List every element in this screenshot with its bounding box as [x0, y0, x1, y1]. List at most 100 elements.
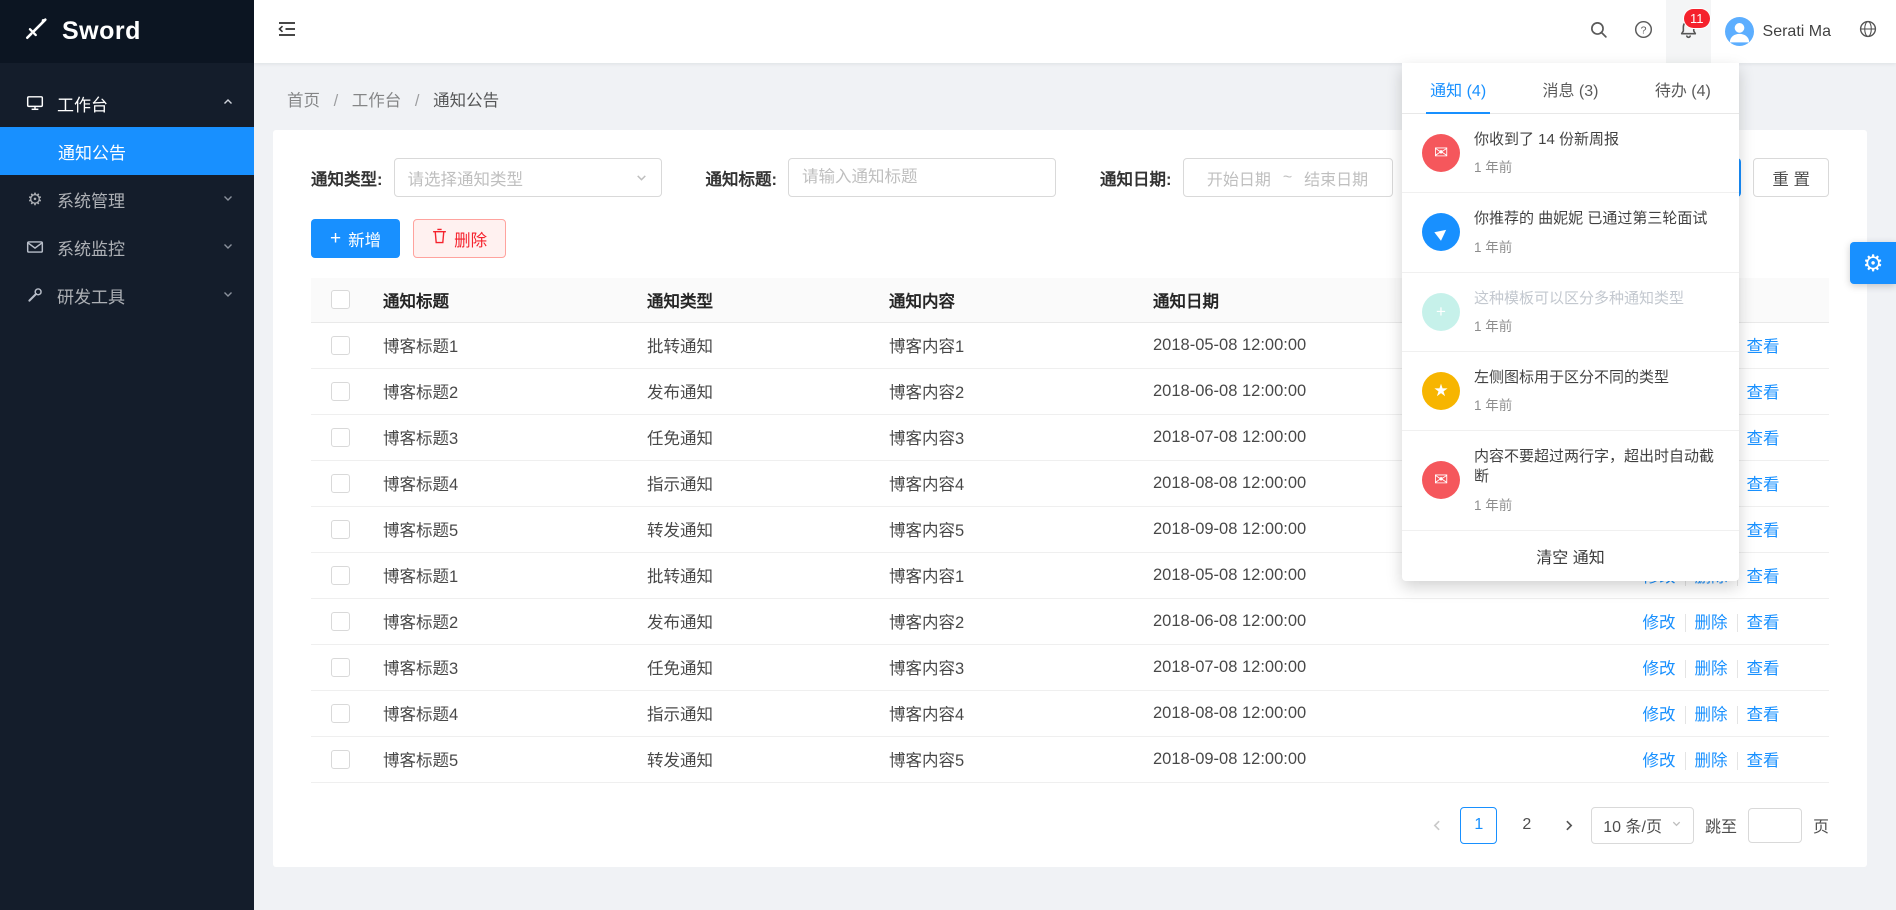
edit-link[interactable]: 修改 [1643, 614, 1676, 632]
prev-page-button[interactable] [1425, 819, 1449, 832]
next-page-button[interactable] [1556, 819, 1580, 832]
date-range-separator: ~ [1283, 169, 1292, 187]
delete-link[interactable]: 删除 [1685, 614, 1728, 632]
cell-type: 转发通知 [634, 506, 876, 552]
collapse-sidebar-button[interactable] [254, 0, 320, 63]
date-range-picker[interactable]: 开始日期 ~ 结束日期 [1183, 158, 1393, 197]
user-menu[interactable]: Serati Ma [1711, 0, 1845, 63]
view-link[interactable]: 查看 [1737, 706, 1780, 724]
notice-type-label: 通知类型: [311, 166, 383, 190]
sidebar-item-system-management[interactable]: ⚙ 系统管理 [0, 175, 254, 223]
row-checkbox[interactable] [331, 428, 350, 447]
plus-icon: + [330, 229, 341, 248]
row-checkbox[interactable] [331, 336, 350, 355]
sidebar: Sword 工作台 通知公告 ⚙ [0, 0, 254, 910]
page-2-button[interactable]: 2 [1508, 807, 1545, 844]
cell-date: 2018-07-08 12:00:00 [1140, 644, 1593, 690]
breadcrumb-item-workbench[interactable]: 工作台 [352, 92, 402, 110]
notification-time: 1 年前 [1474, 156, 1619, 176]
cell-title: 博客标题5 [370, 506, 634, 552]
row-checkbox[interactable] [331, 474, 350, 493]
sidebar-item-system-monitor[interactable]: 系统监控 [0, 223, 254, 271]
logo-text: Sword [62, 17, 141, 46]
notification-item[interactable]: ✉ 你收到了 14 份新周报 1 年前 [1402, 114, 1739, 193]
notice-type-select[interactable]: 请选择通知类型 [394, 158, 662, 197]
notification-text: 内容不要超过两行字，超出时自动截断 [1474, 447, 1719, 488]
sidebar-item-announcements[interactable]: 通知公告 [0, 127, 254, 175]
chevron-up-icon [222, 93, 234, 113]
username: Serati Ma [1763, 23, 1831, 41]
view-link[interactable]: 查看 [1737, 752, 1780, 770]
view-link[interactable]: 查看 [1737, 614, 1780, 632]
cell-title: 博客标题3 [370, 414, 634, 460]
notification-item[interactable]: + 这种模板可以区分多种通知类型 1 年前 [1402, 273, 1739, 352]
tab-messages[interactable]: 消息 (3) [1514, 63, 1626, 113]
row-checkbox[interactable] [331, 612, 350, 631]
tab-notices[interactable]: 通知 (4) [1402, 63, 1514, 113]
edit-link[interactable]: 修改 [1643, 660, 1676, 678]
delete-button-label: 删除 [454, 227, 487, 251]
page-size-select[interactable]: 10 条/页 [1591, 807, 1694, 844]
notification-text: 左侧图标用于区分不同的类型 [1474, 368, 1669, 388]
row-checkbox[interactable] [331, 750, 350, 769]
edit-link[interactable]: 修改 [1643, 752, 1676, 770]
notifications-button[interactable]: 11 [1666, 0, 1711, 63]
cell-title: 博客标题2 [370, 598, 634, 644]
select-all-checkbox[interactable] [331, 290, 350, 309]
end-date-placeholder: 结束日期 [1304, 166, 1368, 190]
search-button[interactable] [1576, 0, 1621, 63]
notification-item[interactable]: ✉ 内容不要超过两行字，超出时自动截断 1 年前 [1402, 431, 1739, 531]
help-button[interactable]: ? [1621, 0, 1666, 63]
view-link[interactable]: 查看 [1737, 660, 1780, 678]
delete-link[interactable]: 删除 [1685, 752, 1728, 770]
breadcrumb-item-home[interactable]: 首页 [287, 92, 320, 110]
notice-title-input[interactable] [788, 158, 1056, 197]
view-link[interactable]: 查看 [1737, 338, 1780, 356]
view-link[interactable]: 查看 [1737, 476, 1780, 494]
clear-notifications-button[interactable]: 清空 通知 [1402, 531, 1739, 581]
notification-time: 1 年前 [1474, 236, 1707, 256]
page-1-button[interactable]: 1 [1460, 807, 1497, 844]
cell-content: 博客内容1 [876, 552, 1140, 598]
delete-link[interactable]: 删除 [1685, 660, 1728, 678]
cell-type: 批转通知 [634, 552, 876, 598]
topbar: ? 11 [254, 0, 1896, 63]
row-checkbox[interactable] [331, 520, 350, 539]
cell-content: 博客内容2 [876, 598, 1140, 644]
view-link[interactable]: 查看 [1737, 522, 1780, 540]
tab-todos[interactable]: 待办 (4) [1627, 63, 1739, 113]
language-button[interactable] [1845, 0, 1890, 63]
breadcrumb-separator: / [415, 92, 420, 110]
row-checkbox[interactable] [331, 566, 350, 585]
add-button-label: 新增 [348, 227, 381, 251]
notification-item[interactable]: ★ 左侧图标用于区分不同的类型 1 年前 [1402, 352, 1739, 431]
notice-date-label: 通知日期: [1100, 166, 1172, 190]
delete-link[interactable]: 删除 [1685, 706, 1728, 724]
row-checkbox[interactable] [331, 658, 350, 677]
notification-item[interactable]: ▶ 你推荐的 曲妮妮 已通过第三轮面试 1 年前 [1402, 193, 1739, 272]
sidebar-item-label: 研发工具 [57, 283, 125, 308]
notification-badge: 11 [1684, 9, 1710, 28]
cell-type: 指示通知 [634, 690, 876, 736]
view-link[interactable]: 查看 [1737, 384, 1780, 402]
reset-button[interactable]: 重 置 [1753, 158, 1829, 197]
breadcrumb-separator: / [334, 92, 339, 110]
view-link[interactable]: 查看 [1737, 568, 1780, 586]
sidebar-item-workbench[interactable]: 工作台 [0, 79, 254, 127]
gear-icon: ⚙ [26, 191, 44, 208]
cell-date: 2018-09-08 12:00:00 [1140, 736, 1593, 782]
cell-title: 博客标题4 [370, 460, 634, 506]
notification-time: 1 年前 [1474, 494, 1719, 514]
row-checkbox[interactable] [331, 382, 350, 401]
view-link[interactable]: 查看 [1737, 430, 1780, 448]
settings-button[interactable]: ⚙ [1850, 242, 1896, 284]
delete-button[interactable]: 删除 [413, 219, 506, 258]
cell-type: 任免通知 [634, 414, 876, 460]
notification-time: 1 年前 [1474, 394, 1669, 414]
add-button[interactable]: + 新增 [311, 219, 400, 258]
edit-link[interactable]: 修改 [1643, 706, 1676, 724]
sidebar-item-dev-tools[interactable]: 研发工具 [0, 271, 254, 319]
cell-type: 转发通知 [634, 736, 876, 782]
jump-page-input[interactable] [1748, 808, 1802, 843]
row-checkbox[interactable] [331, 704, 350, 723]
